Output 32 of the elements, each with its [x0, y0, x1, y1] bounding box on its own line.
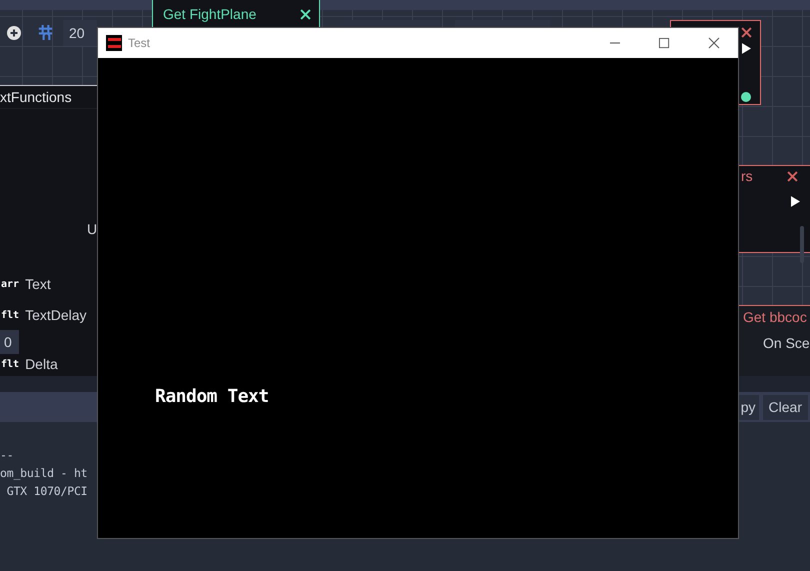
snap-field[interactable]: 20 — [63, 20, 97, 46]
game-text: Random Text — [155, 386, 269, 407]
node-title: Get bbcoc — [743, 309, 807, 325]
close-icon[interactable] — [708, 37, 720, 49]
output-line: om_build - ht — [0, 465, 88, 482]
exec-port-icon — [742, 43, 751, 54]
maximize-icon[interactable] — [659, 38, 670, 48]
add-icon[interactable] — [7, 26, 21, 40]
node-label: U — [87, 221, 98, 237]
window-title: Test — [128, 36, 150, 50]
app-icon — [106, 35, 122, 51]
node-title: Get FightPlane — [163, 6, 256, 22]
node-title: xtFunctions — [0, 89, 72, 105]
port-label: On Sce — [763, 335, 810, 351]
port-label: Delta — [25, 356, 58, 372]
exec-port-icon — [791, 196, 800, 207]
output-line: -- — [0, 447, 14, 464]
toolbar-button[interactable]: Clear — [762, 394, 808, 420]
output-line: GTX 1070/PCI — [6, 483, 88, 500]
close-icon[interactable] — [787, 171, 798, 182]
close-icon[interactable] — [741, 27, 752, 38]
data-port-icon — [741, 92, 751, 102]
port-label: TextDelay — [25, 307, 87, 323]
type-label: arr — [1, 278, 20, 290]
type-label: flt — [1, 358, 20, 370]
snap-icon[interactable] — [37, 24, 54, 41]
node-title: rs — [741, 168, 753, 184]
toolbar-button[interactable]: py — [738, 394, 759, 420]
value-field[interactable]: 0 — [0, 330, 19, 354]
scrollbar[interactable] — [800, 226, 804, 263]
type-label: flt — [1, 310, 20, 320]
port-label: Text — [25, 276, 51, 292]
